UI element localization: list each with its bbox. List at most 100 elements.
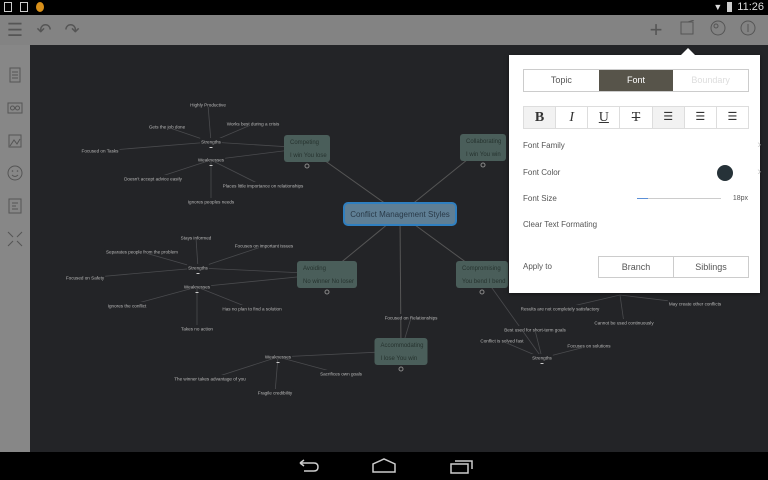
subtopic-label[interactable]: Takes no action <box>181 327 213 332</box>
info-icon[interactable] <box>738 20 758 40</box>
subtopic-label[interactable]: Weaknesses <box>265 355 292 360</box>
undo-icon[interactable]: ↶ <box>34 20 54 40</box>
tab-topic[interactable]: Topic <box>524 70 599 91</box>
topic-title: Competing <box>290 140 319 146</box>
home-icon[interactable] <box>372 458 396 474</box>
subtopic-label[interactable]: Ignores the conflict <box>108 304 147 309</box>
tab-font[interactable]: Font <box>598 70 674 91</box>
topic-subtitle: I win You win <box>466 152 501 158</box>
chevron-right-icon: › <box>757 166 761 178</box>
italic-button[interactable]: I <box>556 107 589 128</box>
subtopic-label[interactable]: Stays informed <box>181 236 212 241</box>
tab-boundary[interactable]: Boundary <box>673 70 748 91</box>
siblings-button[interactable]: Siblings <box>674 257 748 277</box>
subtopic-label[interactable]: Places little importance on relationship… <box>223 184 304 189</box>
subtopic-label[interactable]: Focused on Tasks <box>82 149 120 154</box>
subtopic-label[interactable]: Separates people from the problem <box>106 250 178 255</box>
collapse-icon[interactable] <box>7 231 23 247</box>
outline-icon[interactable] <box>7 67 23 83</box>
collapse-toggle-icon[interactable] <box>196 273 200 274</box>
relationship-icon[interactable] <box>7 100 23 116</box>
subtopic-label[interactable]: Strengths <box>201 140 221 145</box>
collapse-toggle-icon[interactable] <box>398 366 404 372</box>
subtopic-label[interactable]: Highly Productive <box>190 103 226 108</box>
image-icon <box>20 2 28 12</box>
font-color-row[interactable]: Font Color › <box>523 166 761 178</box>
subtopic-label[interactable]: Has no plan to find a solution <box>222 307 282 312</box>
collapse-toggle-icon[interactable] <box>479 289 485 295</box>
menu-icon[interactable]: ☰ <box>5 20 25 40</box>
notes-icon[interactable] <box>7 198 23 214</box>
subtopic-label[interactable]: Focused on Safety <box>66 276 105 281</box>
collapse-toggle-icon[interactable] <box>209 165 213 166</box>
connector-line <box>195 237 199 269</box>
font-size-slider[interactable] <box>637 198 721 199</box>
theme-icon[interactable] <box>708 20 728 40</box>
subtopic-label[interactable]: Weaknesses <box>184 285 211 290</box>
central-topic-label: Conflict Management Styles <box>350 210 450 219</box>
bold-button[interactable]: B <box>524 107 557 128</box>
subtopic-label[interactable]: Fragile credibility <box>258 391 293 396</box>
collapse-toggle-icon[interactable] <box>304 163 310 169</box>
edit-icon[interactable] <box>677 19 697 40</box>
topic-subtitle: I win You lose <box>290 153 327 159</box>
back-icon[interactable] <box>296 458 320 474</box>
image-icon[interactable] <box>7 133 23 149</box>
topic-subtitle: I lose You win <box>381 356 418 362</box>
subtopic-label[interactable]: The winner takes advantage of you <box>174 377 246 382</box>
subtopic-label[interactable]: Cannot be used continuously <box>594 321 654 326</box>
underline-button[interactable]: U <box>588 107 621 128</box>
align-center-button[interactable]: ☰ <box>685 107 717 128</box>
subtopic-label[interactable]: Strengths <box>188 266 208 271</box>
connector-line <box>399 213 402 352</box>
topic-title: Avoiding <box>303 266 326 272</box>
topic-subtitle: You bend I bend <box>462 279 506 285</box>
topic-title: Compromising <box>462 266 501 272</box>
subtopic-label[interactable]: May create other conflicts <box>669 302 722 307</box>
subtopic-label[interactable]: Doesn't accept advice easily <box>124 177 183 182</box>
subtopic-label[interactable]: Focused on Relationships <box>385 316 439 321</box>
collapse-toggle-icon[interactable] <box>324 289 330 295</box>
font-color-label: Font Color <box>523 168 561 177</box>
subtopic-label[interactable]: Best used for short-term goals <box>504 328 566 333</box>
font-size-value: 18px <box>732 195 748 202</box>
subtopic-label[interactable]: Strengths <box>532 356 552 361</box>
clock: 11:26 <box>737 1 764 13</box>
subtopic-label[interactable]: Works best during a crisis <box>227 122 280 127</box>
toolbar: ☰ ↶ ↷ + <box>0 15 768 45</box>
slider-fill <box>637 198 648 199</box>
font-family-row[interactable]: Font Family › <box>523 139 761 151</box>
topic-title: Collaborating <box>466 139 501 145</box>
collapse-toggle-icon[interactable] <box>195 292 199 293</box>
clear-formatting-button[interactable]: Clear Text Formating <box>523 220 597 229</box>
collapse-toggle-icon[interactable] <box>209 147 213 148</box>
connector-line <box>534 329 543 359</box>
notification-icon <box>36 2 44 12</box>
branch-button[interactable]: Branch <box>599 257 674 277</box>
subtopic-label[interactable]: Focuses on solutions <box>567 344 611 349</box>
wifi-icon: ▼ <box>713 2 723 12</box>
strikethrough-button[interactable]: T <box>620 107 653 128</box>
collapse-toggle-icon[interactable] <box>276 362 280 363</box>
redo-icon[interactable]: ↷ <box>62 20 82 40</box>
subtopic-label[interactable]: Results are not completely satisfactory <box>521 307 600 312</box>
add-icon[interactable]: + <box>646 19 666 41</box>
topic-title: Accommodating <box>381 343 424 349</box>
apply-to-label: Apply to <box>523 262 552 271</box>
apply-to-options: Branch Siblings <box>598 256 749 278</box>
collapse-toggle-icon[interactable] <box>540 363 544 364</box>
recents-icon[interactable] <box>450 458 474 474</box>
subtopic-label[interactable]: Conflict is solved fast <box>480 339 524 344</box>
align-right-button[interactable]: ☰ <box>717 107 748 128</box>
align-left-button[interactable]: ☰ <box>652 107 685 128</box>
subtopic-label[interactable]: Focuses on important issues <box>235 244 294 249</box>
subtopic-label[interactable]: Gets the job done <box>149 125 186 130</box>
download-icon <box>4 2 12 12</box>
subtopic-label[interactable]: Sacrifices own goals <box>320 372 363 377</box>
emoji-icon[interactable] <box>7 165 23 181</box>
collapse-toggle-icon[interactable] <box>480 162 486 168</box>
font-family-label: Font Family <box>523 141 565 150</box>
subtopic-label[interactable]: Ignores peoples needs <box>188 200 235 205</box>
subtopic-label[interactable]: Weaknesses <box>198 158 225 163</box>
font-color-swatch[interactable] <box>717 165 733 181</box>
